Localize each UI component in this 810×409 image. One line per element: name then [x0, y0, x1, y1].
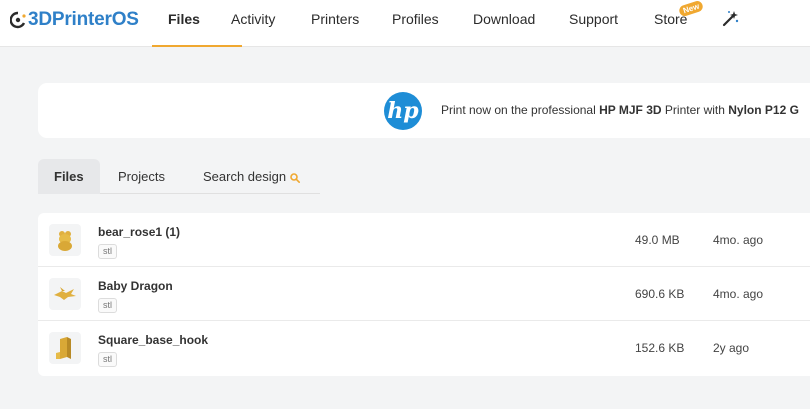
nav-activity[interactable]: Activity [231, 11, 275, 27]
file-type-badge: stl [98, 244, 117, 259]
file-name: Square_base_hook [98, 333, 209, 347]
nav-profiles[interactable]: Profiles [392, 11, 439, 27]
tab-search-design-label: Search design [203, 169, 287, 184]
nav-files[interactable]: Files [168, 11, 200, 27]
file-name: bear_rose1 (1) [98, 225, 181, 239]
search-icon [290, 172, 301, 183]
file-type-badge: stl [98, 352, 117, 367]
file-modified: 4mo. ago [713, 233, 764, 247]
tab-projects[interactable]: Projects [118, 159, 165, 194]
bear-model-icon [58, 231, 72, 251]
brand-logo[interactable]: 3DPrinterOS [10, 9, 139, 31]
file-size: 690.6 KB [635, 287, 685, 301]
tab-search-design[interactable]: Search design [203, 159, 301, 194]
file-row[interactable]: bear_rose1 (1) stl 49.0 MB 4mo. ago [38, 213, 810, 267]
file-size: 152.6 KB [635, 341, 685, 355]
printer-logo-icon [10, 11, 26, 29]
file-size: 49.0 MB [635, 233, 680, 247]
nav-printers[interactable]: Printers [311, 11, 359, 27]
brand-name: 3DPrinterOS [28, 9, 139, 30]
file-thumbnail [49, 278, 81, 310]
file-modified: 4mo. ago [713, 287, 764, 301]
file-tabs: Files Projects Search design [38, 159, 320, 194]
nav-download[interactable]: Download [473, 11, 535, 27]
hp-logo: hp [384, 92, 422, 130]
tab-files[interactable]: Files [38, 159, 100, 194]
file-thumbnail [49, 224, 81, 256]
file-row[interactable]: Square_base_hook stl 152.6 KB 2y ago [38, 321, 810, 376]
file-type-badge: stl [98, 298, 117, 313]
active-nav-indicator [152, 45, 242, 47]
file-list: bear_rose1 (1) stl 49.0 MB 4mo. ago Baby… [38, 213, 810, 376]
dragon-model-icon [54, 287, 76, 300]
new-badge: New [677, 0, 705, 18]
file-row[interactable]: Baby Dragon stl 690.6 KB 4mo. ago [38, 267, 810, 321]
banner-text: Print now on the professional HP MJF 3D … [441, 103, 799, 117]
nav-support[interactable]: Support [569, 11, 618, 27]
magic-wand-icon[interactable] [721, 10, 739, 28]
file-name: Baby Dragon [98, 279, 173, 293]
top-navigation: 3DPrinterOS Files Activity Printers Prof… [0, 0, 810, 47]
file-modified: 2y ago [713, 341, 750, 355]
hook-model-icon [56, 337, 71, 359]
promo-banner[interactable]: hp Print now on the professional HP MJF … [38, 83, 810, 138]
file-thumbnail [49, 332, 81, 364]
